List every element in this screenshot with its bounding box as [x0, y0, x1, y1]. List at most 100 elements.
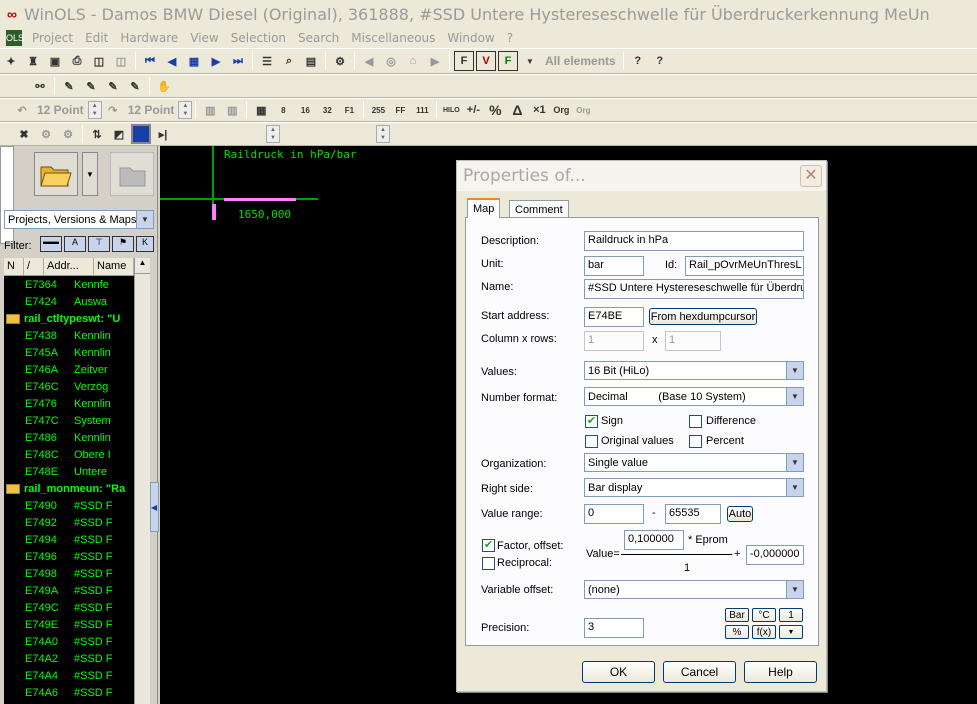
filter-d-icon[interactable]: ⚑	[112, 236, 134, 252]
ff-icon[interactable]: FF	[390, 100, 410, 120]
tool-e-icon[interactable]: ✋	[154, 76, 174, 96]
percent-checkbox[interactable]	[689, 435, 702, 448]
tool-a-icon[interactable]: ✎	[59, 76, 79, 96]
list-item[interactable]: E7438 Kennlin	[4, 327, 150, 344]
original-values-checkbox[interactable]	[585, 435, 598, 448]
unit-percent-button[interactable]: %	[725, 625, 749, 639]
last-icon[interactable]: ⏭	[228, 51, 248, 71]
app-menu-icon[interactable]: OLS	[6, 30, 24, 46]
tab-comment[interactable]: Comment	[509, 200, 569, 218]
close-icon[interactable]: ✕	[800, 165, 822, 187]
tool-c-icon[interactable]: ✎	[103, 76, 123, 96]
help-button[interactable]: Help	[744, 661, 817, 683]
list-item[interactable]: E74A0 #SSD F	[4, 633, 150, 650]
view-c-icon[interactable]: ⚙	[58, 124, 78, 144]
list-item[interactable]: E7498 #SSD F	[4, 565, 150, 582]
offset-field[interactable]: -0,000000	[746, 545, 804, 565]
hex-icon[interactable]: ▥	[200, 100, 220, 120]
window-icon[interactable]: ◫	[89, 51, 109, 71]
next-icon[interactable]: ▶	[206, 51, 226, 71]
hex2-icon[interactable]: ▥	[222, 100, 242, 120]
precision-field[interactable]: 3	[584, 618, 644, 638]
doc-icon[interactable]: ▤	[301, 51, 321, 71]
variable-offset-select[interactable]: (none) ▼	[584, 580, 804, 599]
tool-d-icon[interactable]: ✎	[125, 76, 145, 96]
32bit-icon[interactable]: 32	[317, 100, 337, 120]
col-n[interactable]: N	[4, 258, 24, 275]
prev-icon[interactable]: ◀	[162, 51, 182, 71]
collapsed-side-pane[interactable]	[0, 146, 14, 244]
menu-selection[interactable]: Selection	[225, 31, 292, 45]
filter-v-icon[interactable]: V	[476, 51, 496, 71]
find-icon[interactable]: ⌕	[279, 51, 299, 71]
col-slash[interactable]: /	[24, 258, 44, 275]
float-icon[interactable]: F1	[339, 100, 359, 120]
list-item[interactable]: E7490 #SSD F	[4, 497, 150, 514]
unit-fx-button[interactable]: f(x)	[752, 625, 776, 639]
factor-field[interactable]: 0,100000	[624, 530, 684, 550]
name-field[interactable]: #SSD Untere Hystereseschwelle für Überdr…	[584, 279, 804, 299]
orig2-icon[interactable]: Org	[573, 100, 593, 120]
delta-icon[interactable]: Δ	[507, 100, 527, 120]
menu-miscellaneous[interactable]: Miscellaneous	[345, 31, 441, 45]
context-help-icon[interactable]: ?	[650, 51, 670, 71]
open-project-button[interactable]	[34, 152, 78, 196]
tool-b-icon[interactable]: ✎	[81, 76, 101, 96]
menu-project[interactable]: Project	[26, 31, 79, 45]
list-item[interactable]: E7492 #SSD F	[4, 514, 150, 531]
list-item[interactable]: E7424 Auswa	[4, 293, 150, 310]
first-icon[interactable]: ⏮	[140, 51, 160, 71]
open-icon[interactable]: ♜	[23, 51, 43, 71]
menu-window[interactable]: Window	[441, 31, 500, 45]
view-g-icon[interactable]: ▸|	[153, 124, 173, 144]
ok-button[interactable]: OK	[582, 661, 655, 683]
list-item[interactable]: E749A #SSD F	[4, 582, 150, 599]
number-format-select[interactable]: Decimal (Base 10 System) ▼	[584, 387, 804, 406]
list-item[interactable]: E747C System	[4, 412, 150, 429]
view-spinner-2[interactable]: ▲ ▼	[376, 125, 390, 143]
view-f-icon[interactable]	[131, 124, 151, 144]
from-hexdump-button[interactable]: From hexdumpcursor	[649, 308, 757, 325]
scroll-up-icon[interactable]: ▲	[135, 258, 150, 274]
view-a-icon[interactable]: ✖	[14, 124, 34, 144]
list-item[interactable]: E74A6 #SSD F	[4, 684, 150, 701]
collapse-panel-icon[interactable]: ◀	[150, 482, 159, 532]
new-icon[interactable]: ✦	[1, 51, 21, 71]
col-addr[interactable]: Addr...	[44, 258, 94, 275]
id-field[interactable]: Rail_pOvrMeUnThresL	[685, 256, 804, 276]
filter-a-icon[interactable]: A	[64, 236, 86, 252]
filter-all-icon[interactable]: ▬▬	[40, 236, 62, 252]
factor-icon[interactable]: ×1	[529, 100, 549, 120]
list-item[interactable]: E745A Kennlin	[4, 344, 150, 361]
255-icon[interactable]: 255	[368, 100, 388, 120]
8bit-icon[interactable]: 8	[273, 100, 293, 120]
dropdown-icon[interactable]: ▼	[520, 51, 540, 71]
unit-one-button[interactable]: 1	[779, 608, 803, 622]
range-max-field[interactable]: 65535	[665, 504, 721, 524]
link-icon[interactable]: ⚯	[30, 76, 50, 96]
values-select[interactable]: 16 Bit (HiLo) ▼	[584, 361, 804, 380]
target-icon[interactable]: ◎	[381, 51, 401, 71]
auto-button[interactable]: Auto	[727, 506, 753, 522]
save-icon[interactable]: ▣	[45, 51, 65, 71]
close-project-button[interactable]	[110, 152, 154, 196]
list-item[interactable]: E749C #SSD F	[4, 599, 150, 616]
list-item[interactable]: E748E Untere	[4, 463, 150, 480]
range-min-field[interactable]: 0	[584, 504, 644, 524]
tab-map[interactable]: Map	[467, 198, 501, 218]
menu-edit[interactable]: Edit	[79, 31, 114, 45]
font-size-1-spinner[interactable]: ▲ ▼	[87, 101, 102, 119]
right-side-select[interactable]: Bar display ▼	[584, 478, 804, 497]
menu-hardware[interactable]: Hardware	[114, 31, 184, 45]
list-item[interactable]: E74A2 #SSD F	[4, 650, 150, 667]
menu-search[interactable]: Search	[292, 31, 345, 45]
list-scrollbar[interactable]: ▲	[134, 258, 150, 704]
organization-select[interactable]: Single value ▼	[584, 453, 804, 472]
compare-icon[interactable]: ◫	[111, 51, 131, 71]
list-item[interactable]: E7476 Kennlin	[4, 395, 150, 412]
rows-field[interactable]: 1	[665, 331, 721, 351]
col-name[interactable]: Name	[94, 258, 134, 275]
font2-icon[interactable]: ↷	[103, 100, 123, 120]
sign-icon[interactable]: +/-	[463, 100, 483, 120]
list-item[interactable]: E7494 #SSD F	[4, 531, 150, 548]
